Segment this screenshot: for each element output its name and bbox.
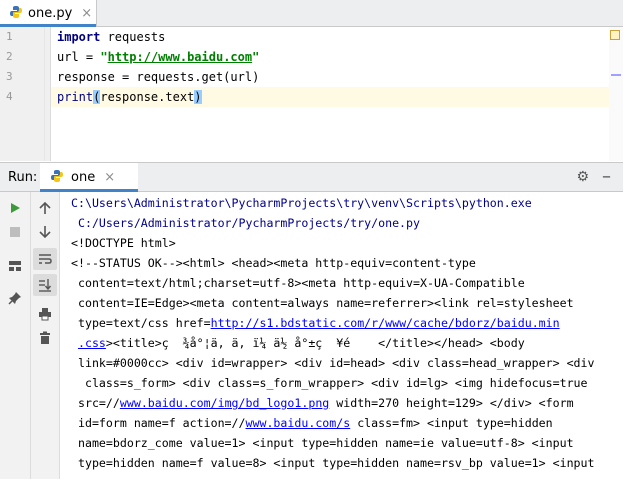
code-line-3: response = requests.get(url) [57,70,260,84]
console-text: C:\Users\Administrator\PycharmProjects\t… [71,196,532,210]
inspection-status-icon[interactable] [610,30,620,40]
console-line: class=s_form> <div class=s_form_wrapper>… [71,373,588,393]
run-header: Run: one × ⚙ – [0,163,623,192]
keyword-import: import [57,30,101,44]
run-tool-window: Run: one × ⚙ – C:\Users\Administrator\Py… [0,162,623,479]
console-link[interactable]: http://s1.bdstatic.com/r/www/cache/bdorz… [211,316,560,330]
console-text: class=fm> <input type=hidden [350,416,553,430]
console-link[interactable]: www.baidu.com/s [246,416,351,430]
python-run-icon [50,169,64,186]
layout-icon[interactable] [5,256,25,276]
console-text: src=// [71,396,120,410]
run-tab-label: one [71,169,96,185]
python-file-icon [9,5,23,22]
code-area[interactable]: import requests url = "http://www.baidu.… [0,27,623,161]
string-quote: " [252,50,260,64]
arrow-down-icon[interactable] [35,222,55,242]
code-line-2: url = "http://www.baidu.com" [57,47,259,67]
string-url-link[interactable]: http://www.baidu.com [108,50,253,64]
console-text: content=text/html;charset=utf-8><meta ht… [71,276,525,290]
stop-icon[interactable] [5,222,25,242]
console-line: id=form name=f action=//www.baidu.com/s … [71,413,553,433]
console-text: type=hidden name=f value=8> <input type=… [71,456,595,470]
builtin-print: print [57,90,94,104]
console-text: width=270 height=129> </div> <form [329,396,574,410]
run-console-toolbar [31,192,60,479]
console-text: class=s_form> <div class=s_form_wrapper>… [71,376,588,390]
console-link[interactable]: www.baidu.com/img/bd_logo1.png [120,396,329,410]
editor-tab-one-py[interactable]: one.py × [0,0,97,26]
console-text: C:/Users/Administrator/PycharmProjects/t… [71,216,421,230]
console-text: link=#0000cc> <div id=wrapper> <div id=h… [71,356,595,370]
close-icon[interactable]: × [81,7,92,20]
console-line: <!--STATUS OK--><html> <head><meta http-… [71,253,476,273]
code-token: requests [100,30,166,44]
console-line: content=text/html;charset=utf-8><meta ht… [71,273,525,293]
console-output[interactable]: C:\Users\Administrator\PycharmProjects\t… [60,192,623,479]
console-line: <!DOCTYPE html> [71,233,176,253]
minimize-icon[interactable]: – [602,166,611,187]
console-text: <!--STATUS OK--><html> <head><meta http-… [71,256,476,270]
code-line-4: print(response.text) [57,87,202,107]
console-text: <!DOCTYPE html> [71,236,176,250]
close-icon[interactable]: × [104,170,115,185]
gear-icon[interactable]: ⚙ [576,169,589,185]
run-tab-one[interactable]: one × [40,163,138,191]
editor-tab-bar: one.py × [0,0,623,27]
console-line: type=text/css href=http://s1.bdstatic.co… [71,313,560,333]
console-text: ><title>ç ¾å°¦ä, ä, ï¼ ä½ å°±ç ¥é </titl… [105,336,525,350]
console-line: C:\Users\Administrator\PycharmProjects\t… [71,193,532,213]
console-link[interactable]: .css [78,336,106,350]
console-line: .css><title>ç ¾å°¦ä, ä, ï¼ ä½ å°±ç ¥é </… [71,333,525,353]
console-line: name=bdorz_come value=1> <input type=hid… [71,433,574,453]
console-line: link=#0000cc> <div id=wrapper> <div id=h… [71,353,595,373]
console-line: src=//www.baidu.com/img/bd_logo1.png wid… [71,393,574,413]
console-line: type=hidden name=f value=8> <input type=… [71,453,595,473]
pin-icon[interactable] [5,288,25,308]
console-text: name=bdorz_come value=1> <input type=hid… [71,436,574,450]
console-line: C:/Users/Administrator/PycharmProjects/t… [71,213,420,233]
console-text: content=IE=Edge><meta content=always nam… [71,296,574,310]
print-icon[interactable] [35,304,55,324]
editor-tab-label: one.py [28,5,73,21]
string-quote: " [100,50,108,64]
stripe-marker[interactable] [611,74,621,76]
console-line: content=IE=Edge><meta content=always nam… [71,293,574,313]
scroll-to-end-icon[interactable] [33,274,57,296]
arrow-up-icon[interactable] [35,198,55,218]
matched-paren: ) [194,90,202,104]
code-token: response. [100,90,166,104]
code-line-1: import requests [57,27,165,47]
code-editor[interactable]: 1 2 3 4 import requests url = "http://ww… [0,27,623,161]
code-token: text [165,90,195,104]
code-token: url = [57,50,101,64]
run-label: Run: [8,170,38,185]
console-text: type=text/css href= [71,316,211,330]
error-stripe[interactable] [609,27,623,161]
trash-icon[interactable] [35,328,55,348]
run-icon[interactable] [5,198,25,218]
soft-wrap-icon[interactable] [33,248,57,270]
console-text: id=form name=f action=// [71,416,246,430]
run-left-toolbar [0,192,31,479]
